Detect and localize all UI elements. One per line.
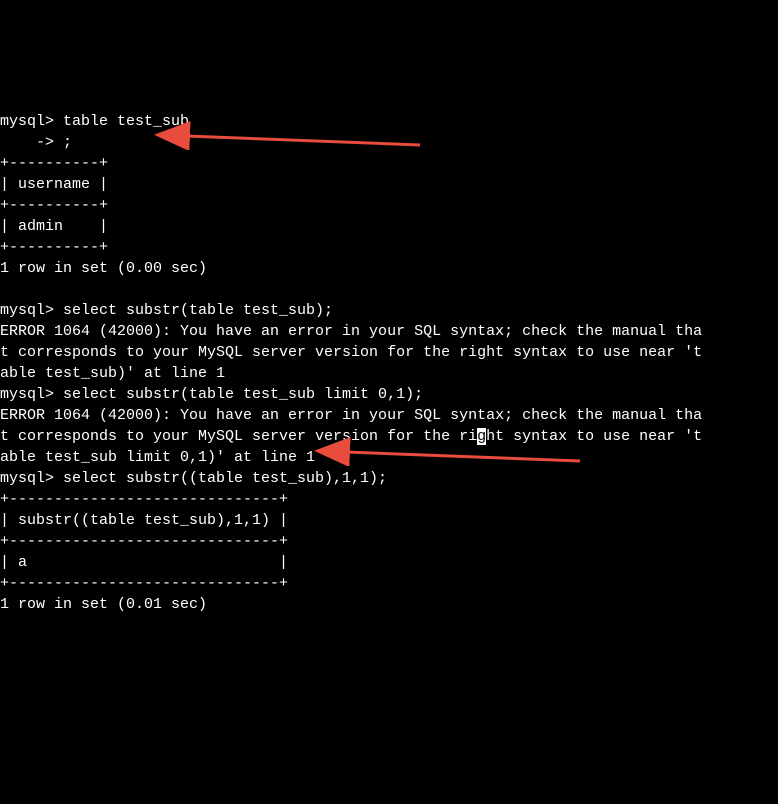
result-summary: 1 row in set (0.00 sec) bbox=[0, 260, 207, 277]
table-border: +----------+ bbox=[0, 197, 108, 214]
continuation-line: -> ; bbox=[0, 134, 72, 151]
table-row: | a | bbox=[0, 554, 288, 571]
table-header: | substr((table test_sub),1,1) | bbox=[0, 512, 288, 529]
table-header: | username | bbox=[0, 176, 108, 193]
cursor-highlight: g bbox=[477, 428, 486, 445]
table-border: +------------------------------+ bbox=[0, 491, 288, 508]
error-line: ERROR 1064 (42000): You have an error in… bbox=[0, 407, 702, 424]
table-border: +------------------------------+ bbox=[0, 533, 288, 550]
table-border: +------------------------------+ bbox=[0, 575, 288, 592]
table-border: +----------+ bbox=[0, 155, 108, 172]
result-summary: 1 row in set (0.01 sec) bbox=[0, 596, 207, 613]
prompt-line: mysql> select substr(table test_sub); bbox=[0, 302, 333, 319]
error-line: t corresponds to your MySQL server versi… bbox=[0, 344, 702, 361]
prompt-line: mysql> select substr((table test_sub),1,… bbox=[0, 470, 387, 487]
error-line: able test_sub limit 0,1)' at line 1 bbox=[0, 449, 315, 466]
table-border: +----------+ bbox=[0, 239, 108, 256]
error-line: ERROR 1064 (42000): You have an error in… bbox=[0, 323, 702, 340]
terminal-output: mysql> table test_sub -> ; +----------+ … bbox=[0, 90, 778, 615]
error-line-with-cursor: t corresponds to your MySQL server versi… bbox=[0, 428, 702, 445]
prompt-line: mysql> select substr(table test_sub limi… bbox=[0, 386, 423, 403]
error-line: able test_sub)' at line 1 bbox=[0, 365, 225, 382]
prompt-line: mysql> table test_sub bbox=[0, 113, 189, 130]
table-row: | admin | bbox=[0, 218, 108, 235]
